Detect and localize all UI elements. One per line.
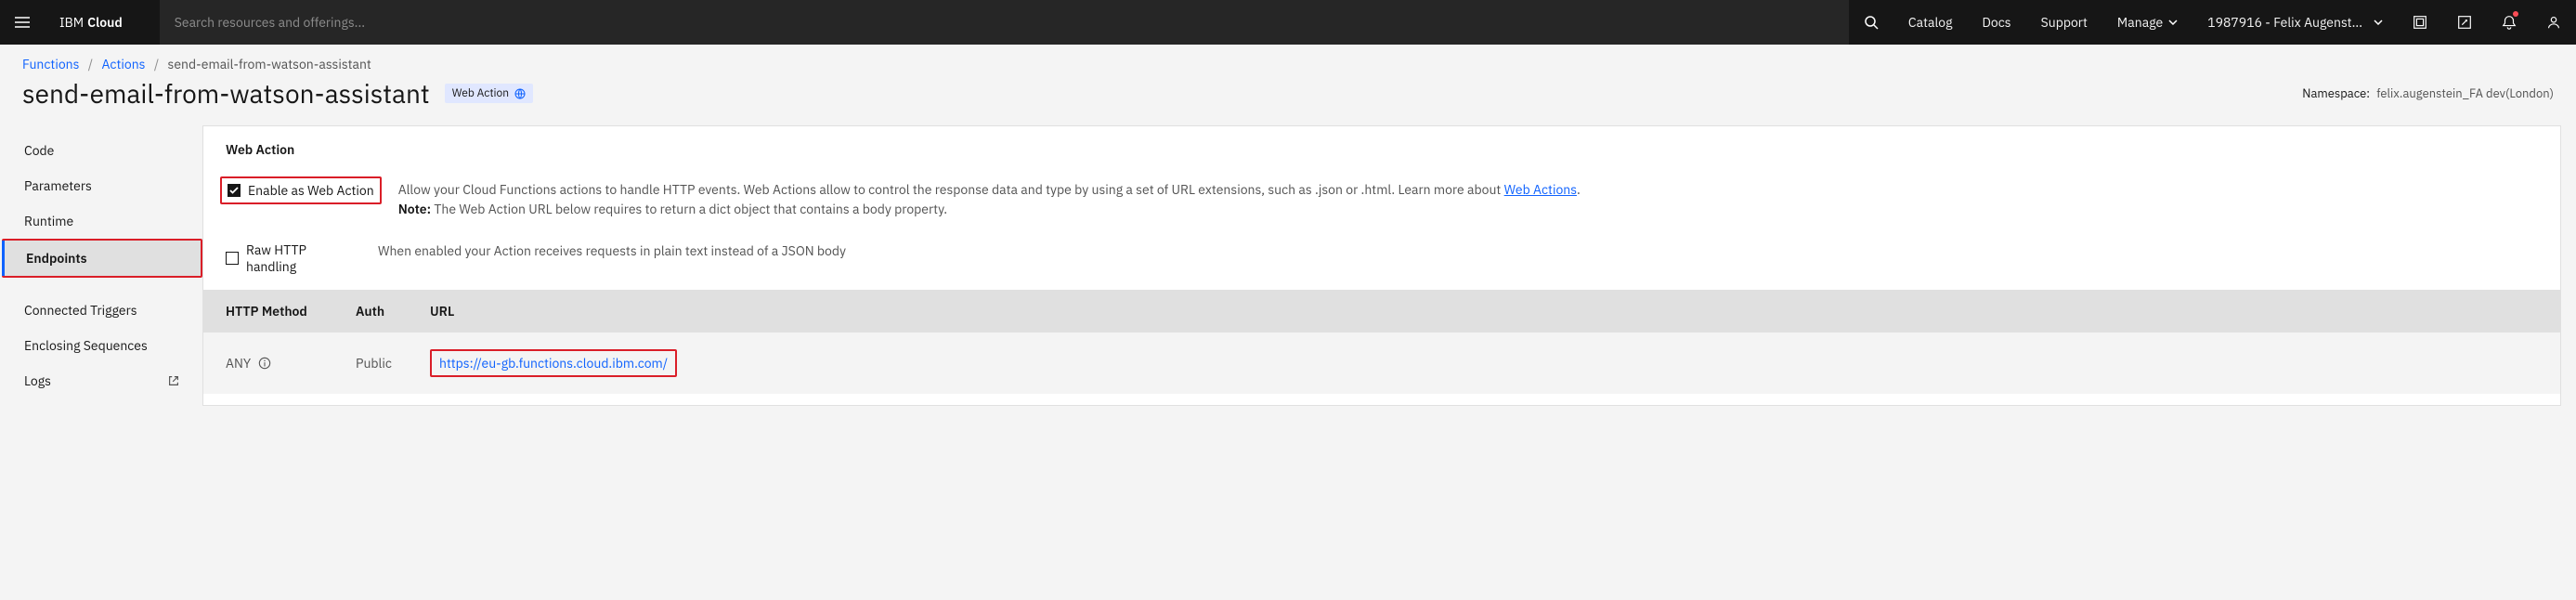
raw-http-control: Raw HTTP handling xyxy=(226,241,356,275)
sidebar-item-enclosing-sequences[interactable]: Enclosing Sequences xyxy=(2,328,202,363)
nav-manage[interactable]: Manage xyxy=(2102,0,2192,45)
brand[interactable]: IBM Cloud xyxy=(45,14,137,31)
nav-catalog[interactable]: Catalog xyxy=(1893,0,1968,45)
desc-text: . xyxy=(1577,181,1581,198)
nav-support-label: Support xyxy=(2041,14,2088,31)
raw-http-label: Raw HTTP handling xyxy=(246,241,356,275)
header-icons xyxy=(2398,0,2576,45)
sidebar-item-label: Parameters xyxy=(24,177,92,194)
namespace: Namespace: felix.augenstein_FA dev(Londo… xyxy=(2302,85,2554,101)
edit-icon[interactable] xyxy=(2442,0,2487,45)
notification-icon[interactable] xyxy=(2487,0,2531,45)
sidebar-item-logs[interactable]: Logs xyxy=(2,363,202,398)
enable-web-action-desc: Allow your Cloud Functions actions to ha… xyxy=(398,180,2538,219)
nav-docs[interactable]: Docs xyxy=(1968,0,2026,45)
sidebar-item-label: Runtime xyxy=(24,213,73,229)
clipboard-icon[interactable] xyxy=(2398,0,2442,45)
breadcrumb: Functions / Actions / send-email-from-wa… xyxy=(22,56,2554,72)
breadcrumb-sep: / xyxy=(154,56,159,72)
nav-manage-label: Manage xyxy=(2117,14,2163,31)
brand-cloud: Cloud xyxy=(87,14,123,31)
enable-web-action-row: Enable as Web Action Allow your Cloud Fu… xyxy=(203,173,2560,234)
sidebar-item-runtime[interactable]: Runtime xyxy=(2,203,202,239)
global-header: IBM Cloud Catalog Docs Support Manage 19… xyxy=(0,0,2576,45)
content-row: Code Parameters Runtime Endpoints Connec… xyxy=(0,125,2576,406)
section-title: Web Action xyxy=(203,126,2560,173)
breadcrumb-sep: / xyxy=(88,56,93,72)
highlight-box: https://eu-gb.functions.cloud.ibm.com/ xyxy=(430,349,677,377)
breadcrumb-functions[interactable]: Functions xyxy=(22,56,79,72)
launch-icon xyxy=(167,374,180,387)
enable-web-action-checkbox[interactable] xyxy=(228,184,241,197)
web-action-badge: Web Action xyxy=(445,84,533,103)
sidebar-item-label: Code xyxy=(24,142,54,159)
endpoint-table-row: ANY Public https://eu-gb.functions.cloud… xyxy=(203,333,2560,394)
notification-dot xyxy=(2513,11,2518,17)
account-label: 1987916 - Felix Augenst... xyxy=(2207,14,2362,31)
sidebar-item-label: Endpoints xyxy=(26,250,87,267)
method-value: ANY xyxy=(226,355,251,372)
web-actions-link[interactable]: Web Actions xyxy=(1504,181,1577,198)
header-links: Catalog Docs Support Manage xyxy=(1893,0,2192,45)
title-row: send-email-from-watson-assistant Web Act… xyxy=(22,76,2554,111)
globe-icon xyxy=(514,88,526,99)
nav-catalog-label: Catalog xyxy=(1908,14,1953,31)
nav-support[interactable]: Support xyxy=(2026,0,2102,45)
brand-ibm: IBM xyxy=(59,14,84,31)
endpoint-url-link[interactable]: https://eu-gb.functions.cloud.ibm.com/ xyxy=(439,355,668,372)
menu-icon[interactable] xyxy=(0,0,45,45)
page-header: Functions / Actions / send-email-from-wa… xyxy=(0,45,2576,125)
namespace-label: Namespace: xyxy=(2302,85,2370,101)
breadcrumb-actions[interactable]: Actions xyxy=(101,56,145,72)
highlight-box: Endpoints xyxy=(2,239,202,278)
account-switcher[interactable]: 1987916 - Felix Augenst... xyxy=(2192,0,2398,45)
sidebar-item-label: Logs xyxy=(24,372,51,389)
col-auth: Auth xyxy=(356,303,430,320)
sidebar-item-label: Connected Triggers xyxy=(24,302,137,319)
sidebar-item-endpoints[interactable]: Endpoints xyxy=(2,241,201,276)
enable-web-action-control: Enable as Web Action xyxy=(220,176,382,204)
sidebar-item-code[interactable]: Code xyxy=(2,133,202,168)
col-method: HTTP Method xyxy=(226,303,356,320)
search-input[interactable] xyxy=(175,14,1834,31)
desc-text: Allow your Cloud Functions actions to ha… xyxy=(398,181,1504,198)
chevron-down-icon xyxy=(2374,20,2383,25)
url-cell: https://eu-gb.functions.cloud.ibm.com/ xyxy=(430,349,2538,377)
col-url: URL xyxy=(430,303,2538,320)
search-icon[interactable] xyxy=(1849,0,1893,45)
enable-web-action-label: Enable as Web Action xyxy=(248,182,374,199)
breadcrumb-current: send-email-from-watson-assistant xyxy=(168,56,371,72)
sidebar-item-label: Enclosing Sequences xyxy=(24,337,148,354)
sidebar-item-connected-triggers[interactable]: Connected Triggers xyxy=(2,293,202,328)
raw-http-row: Raw HTTP handling When enabled your Acti… xyxy=(203,234,2560,290)
method-cell: ANY xyxy=(226,355,356,372)
sidebar-item-parameters[interactable]: Parameters xyxy=(2,168,202,203)
auth-cell: Public xyxy=(356,355,430,372)
chevron-down-icon xyxy=(2168,20,2178,25)
nav-docs-label: Docs xyxy=(1983,14,2011,31)
main-panel: Web Action Enable as Web Action Allow yo… xyxy=(202,125,2561,406)
user-icon[interactable] xyxy=(2531,0,2576,45)
search-input-wrap[interactable] xyxy=(160,0,1849,45)
sidebar: Code Parameters Runtime Endpoints Connec… xyxy=(0,125,202,406)
note-label: Note: xyxy=(398,201,431,217)
badge-label: Web Action xyxy=(452,86,509,100)
note-text: The Web Action URL below requires to ret… xyxy=(431,201,947,217)
raw-http-checkbox[interactable] xyxy=(226,252,239,265)
page-title: send-email-from-watson-assistant xyxy=(22,76,430,111)
info-icon[interactable] xyxy=(258,357,271,370)
raw-http-desc: When enabled your Action receives reques… xyxy=(378,241,2538,261)
namespace-value: felix.augenstein_FA dev(London) xyxy=(2376,85,2554,101)
endpoint-table-header: HTTP Method Auth URL xyxy=(203,290,2560,333)
